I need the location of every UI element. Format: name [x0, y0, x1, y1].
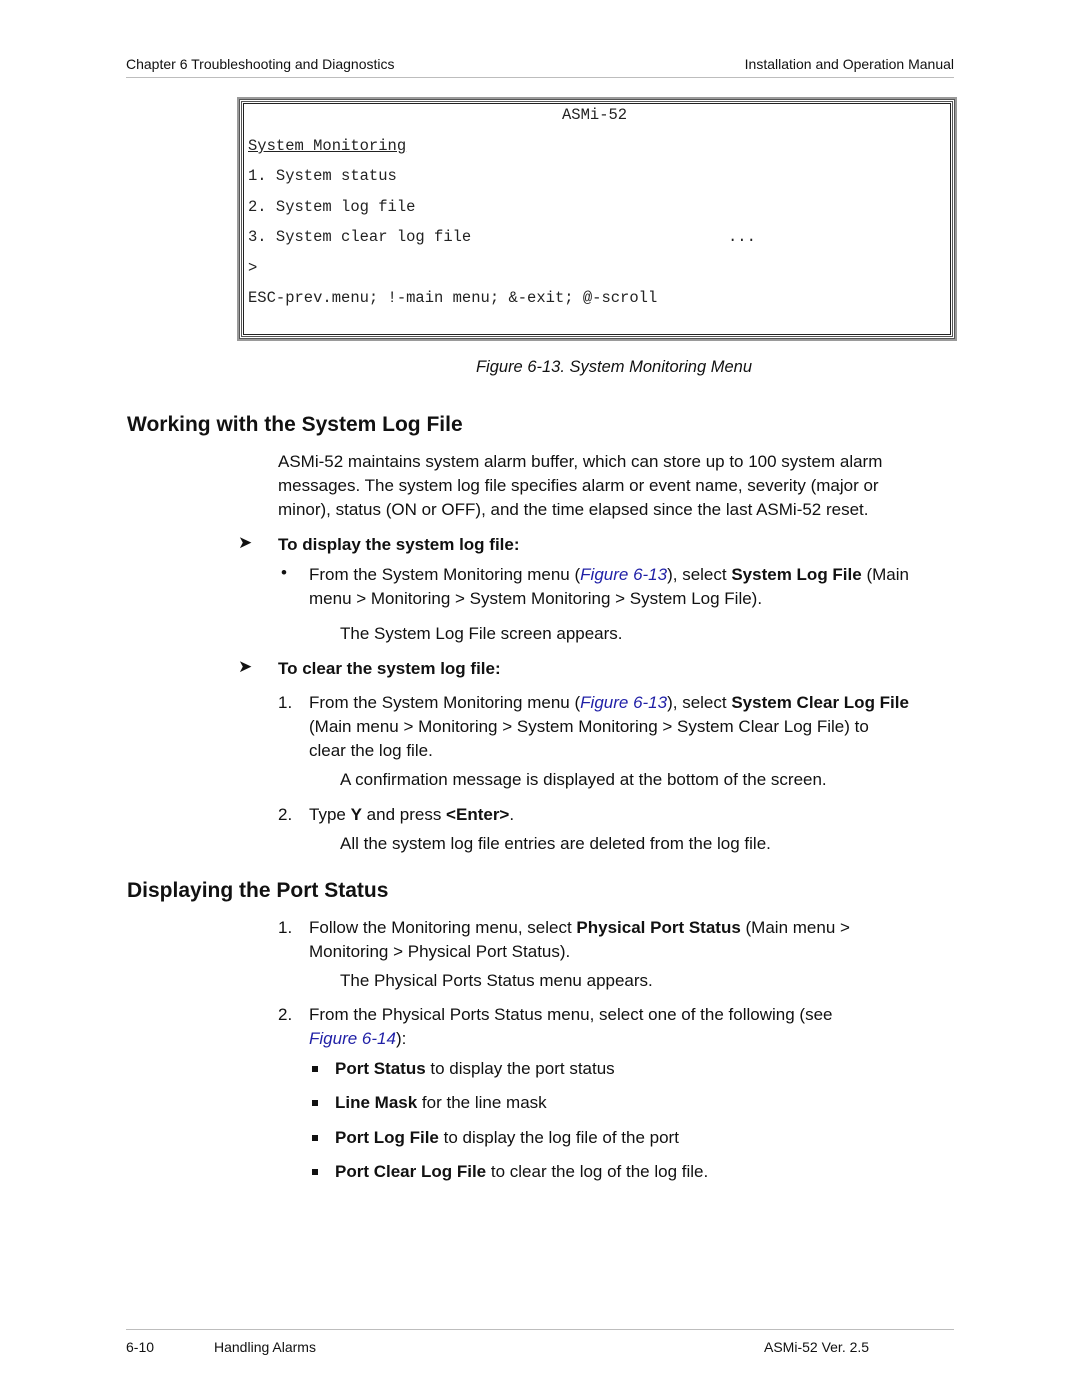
procedure-step-cont: Figure 6-14):: [309, 1027, 406, 1051]
option-item: Line Mask for the line mask: [335, 1091, 547, 1115]
figure-link[interactable]: Figure 6-14: [309, 1029, 396, 1048]
option-item: Port Log File to display the log file of…: [335, 1126, 679, 1150]
text: ), select: [667, 565, 732, 584]
terminal-menu-item: 2. System log file: [248, 198, 416, 216]
procedure-result: A confirmation message is displayed at t…: [340, 770, 827, 789]
text: From the System Monitoring menu (: [309, 565, 581, 584]
procedure-step: From the System Monitoring menu (Figure …: [309, 691, 909, 715]
manual-title: Installation and Operation Manual: [744, 56, 954, 72]
procedure-step-cont: clear the log file.: [309, 741, 433, 760]
terminal-more-indicator: ...: [728, 228, 756, 246]
terminal-menu-title: System Monitoring: [248, 137, 407, 155]
page-header: Chapter 6 Troubleshooting and Diagnostic…: [126, 56, 954, 78]
procedure-step: From the Physical Ports Status menu, sel…: [309, 1005, 833, 1024]
option-name: Line Mask: [335, 1093, 418, 1112]
square-bullet-icon: [312, 1135, 318, 1141]
chapter-title: Chapter 6 Troubleshooting and Diagnostic…: [126, 56, 395, 72]
option-name: Port Log File: [335, 1128, 439, 1147]
step-number: 2.: [278, 805, 293, 824]
terminal-hint: ESC-prev.menu; !-main menu; &-exit; @-sc…: [248, 289, 658, 307]
key: Y: [350, 805, 362, 824]
footer-version: ASMi-52 Ver. 2.5: [764, 1339, 870, 1355]
section-heading: Displaying the Port Status: [127, 879, 389, 902]
menu-option: System Clear Log File: [731, 693, 909, 712]
section-heading: Working with the System Log File: [127, 413, 463, 436]
procedure-result: All the system log file entries are dele…: [340, 834, 771, 853]
intro-line: minor), status (ON or OFF), and the time…: [278, 500, 869, 519]
procedure-result: The Physical Ports Status menu appears.: [340, 971, 653, 990]
option-name: Port Clear Log File: [335, 1162, 487, 1181]
square-bullet-icon: [312, 1066, 318, 1072]
menu-option: Physical Port Status: [576, 918, 741, 937]
text: (Main menu >: [740, 918, 850, 937]
option-desc: for the line mask: [417, 1093, 547, 1112]
text: .: [509, 805, 515, 824]
page-number: 6-10: [126, 1339, 155, 1355]
procedure-step-cont: (Main menu > Monitoring > System Monitor…: [309, 717, 869, 736]
procedure-step-cont: Monitoring > Physical Port Status).: [309, 942, 571, 961]
intro-line: messages. The system log file specifies …: [278, 476, 879, 495]
procedure-step: Follow the Monitoring menu, select Physi…: [309, 916, 850, 940]
footer-section: Handling Alarms: [214, 1339, 316, 1355]
option-desc: to display the log file of the port: [438, 1128, 679, 1147]
figure-link[interactable]: Figure 6-13: [580, 693, 667, 712]
text: ), select: [667, 693, 732, 712]
procedure-bullet: From the System Monitoring menu (Figure …: [309, 563, 909, 587]
key: <Enter>: [446, 805, 510, 824]
square-bullet-icon: [312, 1100, 318, 1106]
terminal-menu-item: 1. System status: [248, 167, 397, 185]
option-desc: to display the port status: [425, 1059, 615, 1078]
square-bullet-icon: [312, 1169, 318, 1175]
bullet-icon: •: [281, 563, 287, 582]
text: and press: [361, 805, 447, 824]
terminal-prompt: >: [248, 259, 258, 277]
figure-link[interactable]: Figure 6-13: [580, 565, 667, 584]
procedure-result: The System Log File screen appears.: [340, 624, 623, 643]
procedure-title: To display the system log file:: [278, 535, 520, 554]
option-item: Port Status to display the port status: [335, 1057, 615, 1081]
procedure-title: To clear the system log file:: [278, 659, 501, 678]
text: ):: [395, 1029, 407, 1048]
terminal-menu-item: 3. System clear log file: [248, 228, 472, 246]
text: (Main: [861, 565, 909, 584]
procedure-arrow-icon: ➤: [238, 657, 253, 676]
option-name: Port Status: [335, 1059, 426, 1078]
procedure-bullet-cont: menu > Monitoring > System Monitoring > …: [309, 589, 763, 608]
intro-line: ASMi-52 maintains system alarm buffer, w…: [278, 452, 883, 471]
text: From the System Monitoring menu (: [309, 693, 581, 712]
option-desc: to clear the log of the log file.: [486, 1162, 709, 1181]
text: Type: [309, 805, 351, 824]
menu-option: System Log File: [731, 565, 862, 584]
procedure-step: Type Y and press <Enter>.: [309, 803, 514, 827]
text: Follow the Monitoring menu, select: [309, 918, 577, 937]
step-number: 1.: [278, 693, 293, 712]
step-number: 1.: [278, 918, 293, 937]
page-footer: 6-10 Handling Alarms ASMi-52 Ver. 2.5: [126, 1329, 954, 1355]
procedure-arrow-icon: ➤: [238, 533, 253, 552]
option-item: Port Clear Log File to clear the log of …: [335, 1160, 708, 1184]
step-number: 2.: [278, 1005, 293, 1024]
terminal-title: ASMi-52: [562, 106, 628, 124]
figure-caption: Figure 6-13. System Monitoring Menu: [475, 358, 753, 376]
